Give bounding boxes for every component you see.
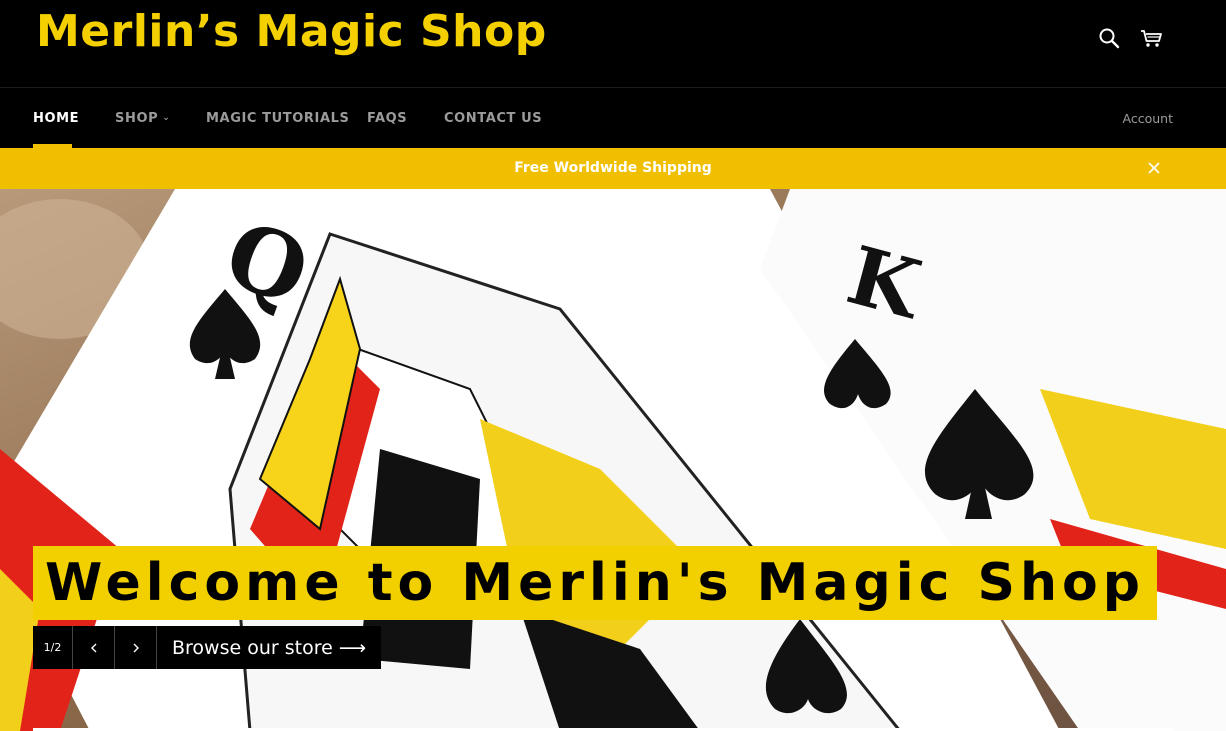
close-icon[interactable] [1146, 160, 1162, 176]
chevron-right-icon [133, 643, 139, 652]
main-nav: HOME SHOP ⌄ MAGIC TUTORIALS FAQS CONTACT … [0, 89, 1226, 148]
nav-home[interactable]: HOME [33, 111, 79, 126]
search-icon[interactable] [1097, 26, 1121, 50]
announcement-bar: Free Worldwide Shipping [0, 148, 1226, 189]
account-link[interactable]: Account [1123, 111, 1173, 126]
nav-shop[interactable]: SHOP ⌄ [115, 111, 170, 126]
site-header: Merlin’s Magic Shop [0, 0, 1226, 88]
browse-store-button[interactable]: Browse our store ⟶ [157, 626, 382, 669]
nav-shop-label: SHOP [115, 111, 159, 126]
prev-slide-button[interactable] [73, 626, 115, 669]
site-logo[interactable]: Merlin’s Magic Shop [36, 6, 547, 57]
nav-contact-us[interactable]: CONTACT US [444, 111, 542, 126]
chevron-down-icon: ⌄ [162, 113, 171, 123]
nav-magic-tutorials[interactable]: MAGIC TUTORIALS [206, 111, 349, 126]
slide-counter: 1/2 [33, 626, 73, 669]
slideshow-controls: 1/2 Browse our store ⟶ [33, 626, 382, 669]
hero-title: Welcome to Merlin's Magic Shop [33, 546, 1157, 620]
nav-faqs[interactable]: FAQS [367, 111, 407, 126]
cart-icon[interactable] [1140, 26, 1164, 50]
next-slide-button[interactable] [115, 626, 157, 669]
announcement-text: Free Worldwide Shipping [514, 160, 712, 176]
hero-slideshow: Q K Welcome to Merlin's Magic Shop 1/2 B… [0, 189, 1226, 731]
chevron-left-icon [90, 643, 96, 652]
